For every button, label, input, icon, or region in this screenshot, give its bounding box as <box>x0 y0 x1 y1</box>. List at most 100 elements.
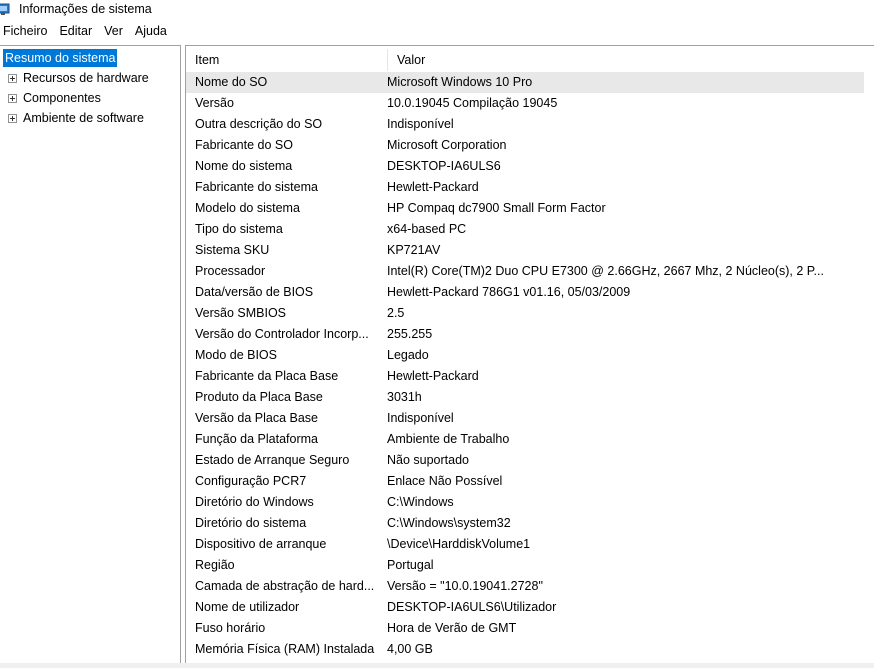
table-row[interactable]: Modelo do sistema HP Compaq dc7900 Small … <box>186 198 874 219</box>
row-value-cell: Microsoft Windows 10 Pro <box>387 75 533 89</box>
table-row[interactable]: Diretório do Windows C:\Windows <box>186 492 874 513</box>
tree-item-system-summary[interactable]: Resumo do sistema <box>3 49 118 67</box>
row-item-cell: Nome do SO <box>195 75 268 89</box>
row-value-cell: DESKTOP-IA6ULS6 <box>387 159 501 173</box>
table-row[interactable]: Estado de Arranque Seguro Não suportado <box>186 450 874 471</box>
menu-editar[interactable]: Editar <box>56 24 99 38</box>
row-value-cell: 4,00 GB <box>387 642 433 656</box>
table-row[interactable]: Processador Intel(R) Core(TM)2 Duo CPU E7… <box>186 261 874 282</box>
row-item-cell: Versão <box>195 96 234 110</box>
row-value-cell: \Device\HarddiskVolume1 <box>387 537 531 551</box>
table-row[interactable]: Nome do SO Microsoft Windows 10 Pro <box>186 72 864 93</box>
table-row[interactable]: Versão SMBIOS 2.5 <box>186 303 874 324</box>
row-item-cell: Produto da Placa Base <box>195 390 323 404</box>
row-value-cell: Indisponível <box>387 117 454 131</box>
row-value-cell: Hewlett-Packard <box>387 180 479 194</box>
table-row[interactable]: Versão da Placa Base Indisponível <box>186 408 874 429</box>
table-row[interactable]: Fabricante do SO Microsoft Corporation <box>186 135 874 156</box>
tree-item-label: Resumo do sistema <box>3 49 118 67</box>
table-row[interactable]: Região Portugal <box>186 555 874 576</box>
table-row[interactable]: Configuração PCR7 Enlace Não Possível <box>186 471 874 492</box>
row-item-cell: Fabricante da Placa Base <box>195 369 339 383</box>
tree-item-label: Componentes <box>23 91 101 105</box>
table-row[interactable]: Dispositivo de arranque \Device\HarddiskV… <box>186 534 874 555</box>
table-row[interactable]: Versão 10.0.19045 Compilação 19045 <box>186 93 874 114</box>
row-value-cell: Hewlett-Packard 786G1 v01.16, 05/03/2009 <box>387 285 631 299</box>
row-value-cell: Hewlett-Packard <box>387 369 479 383</box>
table-row[interactable]: Fabricante da Placa Base Hewlett-Packard <box>186 366 874 387</box>
row-item-cell: Fuso horário <box>195 621 266 635</box>
plus-box-icon[interactable] <box>8 73 17 83</box>
row-item-cell: Dispositivo de arranque <box>195 537 327 551</box>
row-value-cell: DESKTOP-IA6ULS6\Utilizador <box>387 600 557 614</box>
row-value-cell: x64-based PC <box>387 222 467 236</box>
status-strip <box>0 663 874 668</box>
row-item-cell: Nome do sistema <box>195 159 293 173</box>
row-item-cell: Versão da Placa Base <box>195 411 318 425</box>
tree-item-software-environment[interactable]: Ambiente de software <box>8 109 146 127</box>
menu-ajuda[interactable]: Ajuda <box>132 24 174 38</box>
row-value-cell: 2.5 <box>387 306 405 320</box>
row-item-cell: Data/versão de BIOS <box>195 285 314 299</box>
row-value-cell: 255.255 <box>387 327 433 341</box>
row-value-cell: Ambiente de Trabalho <box>387 432 510 446</box>
row-value-cell: Hora de Verão de GMT <box>387 621 517 635</box>
details-list[interactable]: Item Valor Nome do SO Microsoft Windows 1… <box>185 45 874 665</box>
row-value-cell: Microsoft Corporation <box>387 138 507 152</box>
row-value-cell: C:\Windows <box>387 495 454 509</box>
row-item-cell: Processador <box>195 264 266 278</box>
table-row[interactable]: Produto da Placa Base 3031h <box>186 387 874 408</box>
row-item-cell: Fabricante do SO <box>195 138 293 152</box>
row-value-cell: C:\Windows\system32 <box>387 516 511 530</box>
row-value-cell: 10.0.19045 Compilação 19045 <box>387 96 558 110</box>
row-value-cell: Não suportado <box>387 453 470 467</box>
row-item-cell: Camada de abstração de hard... <box>195 579 375 593</box>
row-item-cell: Outra descrição do SO <box>195 117 323 131</box>
table-row[interactable]: Outra descrição do SO Indisponível <box>186 114 874 135</box>
row-item-cell: Versão SMBIOS <box>195 306 287 320</box>
row-value-cell: Enlace Não Possível <box>387 474 503 488</box>
plus-box-icon[interactable] <box>8 93 17 103</box>
table-row[interactable]: Camada de abstração de hard... Versão = "… <box>186 576 874 597</box>
row-item-cell: Modelo do sistema <box>195 201 300 215</box>
table-row[interactable]: Nome do sistema DESKTOP-IA6ULS6 <box>186 156 874 177</box>
row-value-cell: Portugal <box>387 558 434 572</box>
tree-item-components[interactable]: Componentes <box>8 89 103 107</box>
menu-bar: Ficheiro Editar Ver Ajuda <box>0 20 874 42</box>
title-bar: Informações de sistema <box>0 0 874 20</box>
table-row[interactable]: Fuso horário Hora de Verão de GMT <box>186 618 874 639</box>
tree-item-label: Ambiente de software <box>23 111 144 125</box>
row-value-cell: Intel(R) Core(TM)2 Duo CPU E7300 @ 2.66G… <box>387 264 824 278</box>
table-row[interactable]: Nome de utilizador DESKTOP-IA6ULS6\Utiliz… <box>186 597 874 618</box>
table-row[interactable]: Data/versão de BIOS Hewlett-Packard 786G1… <box>186 282 874 303</box>
row-item-cell: Modo de BIOS <box>195 348 277 362</box>
table-row[interactable]: Diretório do sistema C:\Windows\system32 <box>186 513 874 534</box>
row-item-cell: Versão do Controlador Incorp... <box>195 327 369 341</box>
row-value-cell: 3031h <box>387 390 422 404</box>
table-row[interactable]: Função da Plataforma Ambiente de Trabalho <box>186 429 874 450</box>
menu-ver[interactable]: Ver <box>101 24 130 38</box>
table-row[interactable]: Tipo do sistema x64-based PC <box>186 219 874 240</box>
table-row[interactable]: Memória Física (RAM) Instalada 4,00 GB <box>186 639 874 660</box>
tree-item-hardware-resources[interactable]: Recursos de hardware <box>8 69 151 87</box>
row-item-cell: Diretório do sistema <box>195 516 307 530</box>
row-value-cell: Versão = "10.0.19041.2728" <box>387 579 543 593</box>
row-item-cell: Nome de utilizador <box>195 600 300 614</box>
plus-box-icon[interactable] <box>8 113 17 123</box>
row-item-cell: Memória Física (RAM) Instalada <box>195 642 375 656</box>
table-row[interactable]: Sistema SKU KP721AV <box>186 240 874 261</box>
row-item-cell: Diretório do Windows <box>195 495 314 509</box>
column-header-item[interactable]: Item <box>186 49 388 71</box>
table-row[interactable]: Versão do Controlador Incorp... 255.255 <box>186 324 874 345</box>
row-value-cell: KP721AV <box>387 243 441 257</box>
row-value-cell: Legado <box>387 348 429 362</box>
row-item-cell: Região <box>195 558 235 572</box>
row-item-cell: Fabricante do sistema <box>195 180 318 194</box>
table-row[interactable]: Fabricante do sistema Hewlett-Packard <box>186 177 874 198</box>
table-row[interactable]: Modo de BIOS Legado <box>186 345 874 366</box>
menu-ficheiro[interactable]: Ficheiro <box>0 24 54 38</box>
row-item-cell: Função da Plataforma <box>195 432 318 446</box>
row-item-cell: Configuração PCR7 <box>195 474 307 488</box>
category-tree[interactable]: Resumo do sistema Recursos de hardware C… <box>0 45 181 665</box>
column-header-value[interactable]: Valor <box>388 49 874 71</box>
